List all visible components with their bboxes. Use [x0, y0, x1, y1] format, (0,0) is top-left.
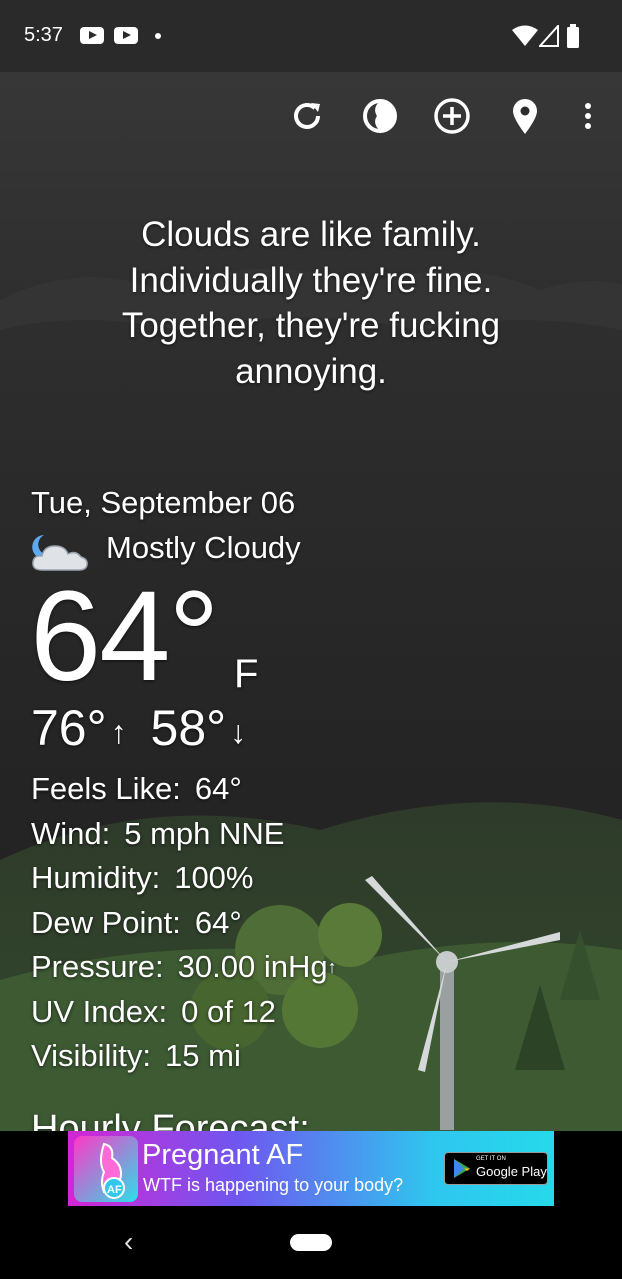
google-play-badge[interactable]: GET IT ON Google Play [444, 1152, 548, 1185]
add-location-button[interactable] [432, 96, 472, 136]
low-temperature: 58° [150, 700, 227, 756]
theme-button[interactable] [360, 96, 400, 136]
high-temperature: 76° [31, 700, 107, 756]
quote-line: Individually they're fine. [129, 260, 493, 300]
location-button[interactable] [505, 96, 545, 136]
cellular-signal-icon [539, 25, 559, 47]
detail-label: Wind: [31, 815, 111, 851]
detail-label: Visibility: [31, 1038, 152, 1073]
more-notifications-icon [155, 33, 161, 39]
detail-value: 15 mi [165, 1038, 241, 1073]
detail-row-humidity: Humidity: 100% [31, 856, 337, 901]
weather-details: Feels Like: 64° Wind: 5 mph NNE Humidity: 1… [31, 767, 337, 1079]
quote-line: annoying. [235, 351, 387, 391]
refresh-button[interactable] [287, 96, 327, 136]
detail-value: 64° [194, 904, 242, 940]
location-pin-icon [513, 99, 537, 134]
ad-banner[interactable]: AF Pregnant AF WTF is happening to your … [68, 1131, 554, 1206]
detail-value: 64° [194, 771, 242, 806]
weather-quote: Clouds are like family. Individually the… [40, 212, 582, 394]
more-options-icon [585, 103, 591, 129]
current-temperature: 64° [30, 565, 220, 708]
back-button[interactable]: ‹ [124, 1226, 133, 1258]
refresh-icon [294, 102, 320, 129]
quote-line: Clouds are like family. [141, 215, 481, 254]
ad-subtitle: WTF is happening to your body? [143, 1175, 404, 1195]
detail-row-wind: Wind: 5 mph NNE [31, 812, 337, 857]
store-badge-name: Google Play [476, 1164, 547, 1179]
screen: 5:37 Clouds are like family. Individuall… [0, 0, 622, 1279]
add-location-icon [434, 98, 470, 134]
detail-row-pressure: Pressure: 30.00 inHg↑ [31, 945, 337, 990]
detail-row-feels-like: Feels Like: 64° [31, 767, 337, 812]
ad-app-logo: AF [74, 1136, 138, 1202]
wifi-icon [512, 25, 538, 46]
svg-text:AF: AF [107, 1184, 122, 1196]
detail-row-uv-index: UV Index: 0 of 12 [31, 990, 337, 1035]
google-play-icon [454, 1159, 470, 1178]
up-arrow-icon: ↑ [110, 714, 127, 750]
more-options-button[interactable] [568, 96, 608, 136]
down-arrow-icon: ↓ [230, 714, 247, 750]
detail-row-dew-point: Dew Point: 64° [31, 901, 337, 946]
youtube-notification-icon [80, 27, 104, 44]
home-button[interactable] [290, 1234, 332, 1251]
detail-label: Pressure: [31, 949, 164, 984]
status-time: 5:37 [24, 24, 63, 46]
status-bar: 5:37 [0, 0, 622, 72]
condition-text: Mostly Cloudy [106, 530, 301, 565]
youtube-notification-icon [114, 27, 138, 44]
detail-value: 100% [174, 860, 254, 895]
detail-value: 0 of 12 [181, 993, 276, 1029]
pressure-rising-icon: ↑ [327, 957, 337, 977]
theme-icon [363, 99, 397, 133]
current-date: Tue, September 06 [31, 485, 296, 520]
store-badge-caption: GET IT ON [476, 1156, 506, 1162]
temperature-unit: F [234, 652, 259, 696]
detail-label: Humidity: [31, 860, 161, 895]
detail-row-visibility: Visibility: 15 mi [31, 1034, 337, 1079]
battery-icon [567, 24, 579, 48]
ad-title: Pregnant AF [142, 1139, 304, 1171]
quote-line: Together, they're fucking [121, 306, 501, 345]
detail-value: 5 mph NNE [124, 815, 285, 851]
detail-value: 30.00 inHg [177, 949, 328, 984]
high-low-temperatures: 76° ↑ 58° ↓ [31, 700, 246, 760]
pregnant-silhouette-icon: AF [100, 1142, 125, 1199]
detail-label: UV Index: [31, 993, 168, 1029]
detail-label: Feels Like: [31, 771, 181, 806]
detail-label: Dew Point: [31, 904, 181, 940]
